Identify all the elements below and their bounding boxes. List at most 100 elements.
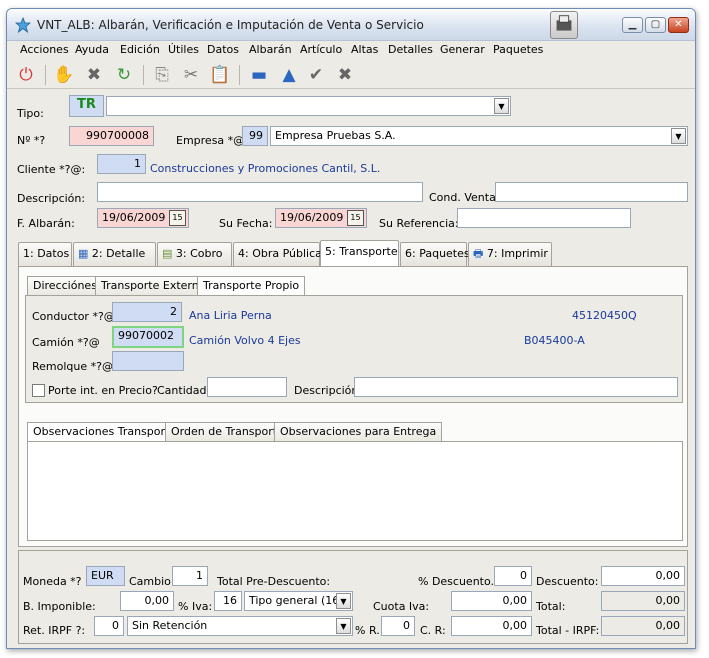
cuota-iva-label: Cuota Iva: xyxy=(373,600,430,613)
calendar-icon[interactable]: 15 xyxy=(169,210,186,226)
camion-label: Camión *?@ xyxy=(32,336,100,349)
menu-detalles[interactable]: Detalles xyxy=(388,43,433,56)
scissors-icon[interactable]: ✂ xyxy=(180,64,202,86)
person-x-icon[interactable]: ✖ xyxy=(83,64,105,86)
subtab-direcciones[interactable]: Direcciónes xyxy=(27,276,103,295)
f-albaran-label: F. Albarán: xyxy=(17,217,75,230)
menu-datos[interactable]: Datos xyxy=(207,43,239,56)
descripcion-transporte-input[interactable] xyxy=(354,377,678,397)
numero-input[interactable]: 990700008 xyxy=(69,126,154,146)
transport-subtabs: Direcciónes Transporte Externo Transport… xyxy=(27,276,306,297)
subtab-orden-transporte[interactable]: Orden de Transporte xyxy=(165,422,290,441)
menu-albaran[interactable]: Albarán xyxy=(249,43,292,56)
chevron-down-icon[interactable]: ▼ xyxy=(671,128,686,144)
observaciones-textarea[interactable] xyxy=(27,441,683,541)
ret-irpf-select[interactable]: Sin Retención ▼ xyxy=(127,616,353,636)
c-r-input[interactable]: 0,00 xyxy=(451,616,532,636)
cliente-code-input[interactable]: 1 xyxy=(97,154,146,174)
toolbar-separator xyxy=(45,65,46,85)
chevron-down-icon[interactable]: ▼ xyxy=(336,618,351,634)
descuento-input[interactable]: 0,00 xyxy=(601,566,685,586)
camion-code-input[interactable]: 99070002 xyxy=(112,326,184,348)
calendar-icon[interactable]: 15 xyxy=(347,210,364,226)
empresa-select[interactable]: Empresa Pruebas S.A. ▼ xyxy=(270,126,688,146)
remolque-label: Remolque *?@ xyxy=(32,360,113,373)
conductor-id: 45120450Q xyxy=(572,309,637,322)
total-label: Total: xyxy=(536,600,566,613)
power-icon[interactable]: ⏻ xyxy=(15,64,37,86)
porte-checkbox[interactable] xyxy=(32,384,45,397)
cantidad-input[interactable] xyxy=(207,377,287,397)
totals-panel: Moneda *? EUR Cambio: 1 Total Pre-Descue… xyxy=(18,550,688,644)
tab-obra-publica[interactable]: 4: Obra Pública xyxy=(233,242,322,266)
grid-icon: ▦ xyxy=(78,247,92,260)
menu-paquetes[interactable]: Paquetes xyxy=(493,43,543,56)
empresa-code-input[interactable]: 99 xyxy=(242,126,268,146)
menu-altas[interactable]: Altas xyxy=(351,43,378,56)
tab-imprimir[interactable]: 🖶 7: Imprimir xyxy=(468,242,552,266)
moneda-input[interactable]: EUR xyxy=(86,566,125,586)
cliente-name: Construcciones y Promociones Cantil, S.L… xyxy=(150,162,381,175)
menu-articulo[interactable]: Artículo xyxy=(300,43,342,56)
conductor-name: Ana Liria Perna xyxy=(189,309,272,322)
su-fecha-input[interactable]: 19/06/2009 15 xyxy=(275,208,367,228)
c-r-label: C. R: xyxy=(420,624,446,637)
menu-generar[interactable]: Generar xyxy=(440,43,485,56)
subtab-transporte-externo[interactable]: Transporte Externo xyxy=(95,276,212,295)
main-window: VNT_ALB: Albarán, Verificación e Imputac… xyxy=(6,8,696,649)
descuento-label: Descuento: xyxy=(536,575,599,588)
moneda-label: Moneda *? xyxy=(23,575,82,588)
maximize-button[interactable]: ▢ xyxy=(645,17,666,33)
tab-detalle[interactable]: ▦ 2: Detalle xyxy=(73,242,156,266)
b-imponible-input[interactable]: 0,00 xyxy=(120,591,174,611)
cuota-iva-input[interactable]: 0,00 xyxy=(451,591,532,611)
descripcion-input[interactable] xyxy=(97,182,423,202)
conductor-code-input[interactable]: 2 xyxy=(112,302,182,322)
menu-utiles[interactable]: Útiles xyxy=(168,43,199,56)
tipo-iva-select[interactable]: Tipo general (16% ▼ xyxy=(244,591,353,611)
minimize-button[interactable]: ▁ xyxy=(622,17,643,33)
refresh-icon[interactable]: ↻ xyxy=(113,64,135,86)
up-icon[interactable]: ▲ xyxy=(278,64,300,86)
check-icon[interactable]: ✔ xyxy=(305,64,327,86)
pct-descuento-label: % Descuento.: xyxy=(418,575,498,588)
remolque-code-input[interactable] xyxy=(112,351,184,371)
chevron-down-icon[interactable]: ▼ xyxy=(494,98,509,114)
su-referencia-input[interactable] xyxy=(457,208,631,228)
close-button[interactable]: ✕ xyxy=(668,17,689,33)
tab-cobro[interactable]: ▤ 3: Cobro xyxy=(157,242,232,266)
toolbar-separator xyxy=(143,65,144,85)
minus-icon[interactable]: ▬ xyxy=(248,64,270,86)
ret-irpf-code-input[interactable]: 0 xyxy=(94,616,124,636)
paste-icon[interactable]: 📋 xyxy=(209,64,231,86)
subtab-transporte-propio[interactable]: Transporte Propio xyxy=(197,276,306,297)
x-icon[interactable]: ✖ xyxy=(334,64,356,86)
subtab-observaciones-entrega[interactable]: Observaciones para Entrega xyxy=(274,422,443,441)
pct-r-input[interactable]: 0 xyxy=(381,616,415,636)
subtab-observaciones-transporte[interactable]: Observaciones Transporte xyxy=(27,422,183,443)
cambio-input[interactable]: 1 xyxy=(172,566,208,586)
hand-check-icon[interactable]: ✋ xyxy=(53,64,75,86)
tab-transporte[interactable]: 5: Transporte xyxy=(320,240,399,266)
title-bar: VNT_ALB: Albarán, Verificación e Imputac… xyxy=(7,9,695,41)
cond-venta-input[interactable] xyxy=(495,182,688,202)
tipo-code-input[interactable]: TR xyxy=(69,95,104,117)
copy-icon[interactable]: ⎘ xyxy=(151,64,173,86)
menu-ayuda[interactable]: Ayuda xyxy=(75,43,109,56)
descripcion-transporte-label: Descripción: xyxy=(294,384,363,397)
empresa-label: Empresa *@: xyxy=(176,134,248,147)
tab-paquetes[interactable]: 6: Paquetes xyxy=(400,242,470,266)
conductor-label: Conductor *?@ xyxy=(32,310,115,323)
tab-datos[interactable]: 1: Datos xyxy=(18,242,72,266)
printer-icon[interactable] xyxy=(550,11,578,39)
cambio-label: Cambio: xyxy=(129,575,175,588)
tipo-select[interactable]: ▼ xyxy=(106,96,511,116)
pct-iva-input[interactable]: 16 xyxy=(214,591,242,611)
menu-acciones[interactable]: Acciones xyxy=(20,43,69,56)
chevron-down-icon[interactable]: ▼ xyxy=(336,593,351,609)
pct-descuento-input[interactable]: 0 xyxy=(494,566,532,586)
ret-irpf-label: Ret. IRPF ?: xyxy=(23,624,86,637)
f-albaran-input[interactable]: 19/06/2009 15 xyxy=(97,208,189,228)
menu-edicion[interactable]: Edición xyxy=(120,43,160,56)
camion-name: Camión Volvo 4 Ejes xyxy=(189,334,301,347)
